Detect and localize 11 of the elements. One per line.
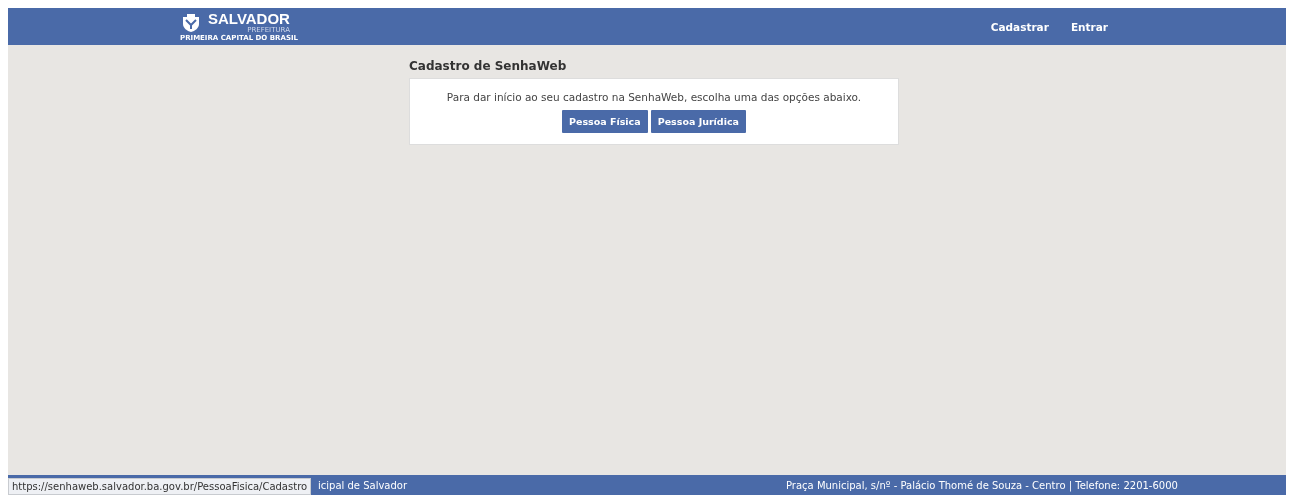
instruction-text: Para dar início ao seu cadastro na SenhaWeb, escolha uma das opções abaixo. [446,91,862,103]
option-button[interactable]: Pessoa Física [562,110,648,133]
coat-of-arms-icon [180,13,202,32]
nav-link[interactable]: Entrar [1070,20,1108,33]
page-title: Cadastro de SenhaWeb [409,59,568,73]
footer-address: Praça Municipal, s/nº - Palácio Thomé de Souza - Centro | Telefone: 2201-6000 [786,479,1178,491]
status-url: https://senhaweb.salvador.ba.gov.br/PessoaFisica/Cadastro [8,478,312,495]
logo-name: SALVADOR [208,11,290,26]
footer-text: icipal de Salvador [318,479,409,491]
option-button[interactable]: Pessoa Jurídica [650,110,746,133]
nav-link[interactable]: Cadastrar [990,20,1049,33]
